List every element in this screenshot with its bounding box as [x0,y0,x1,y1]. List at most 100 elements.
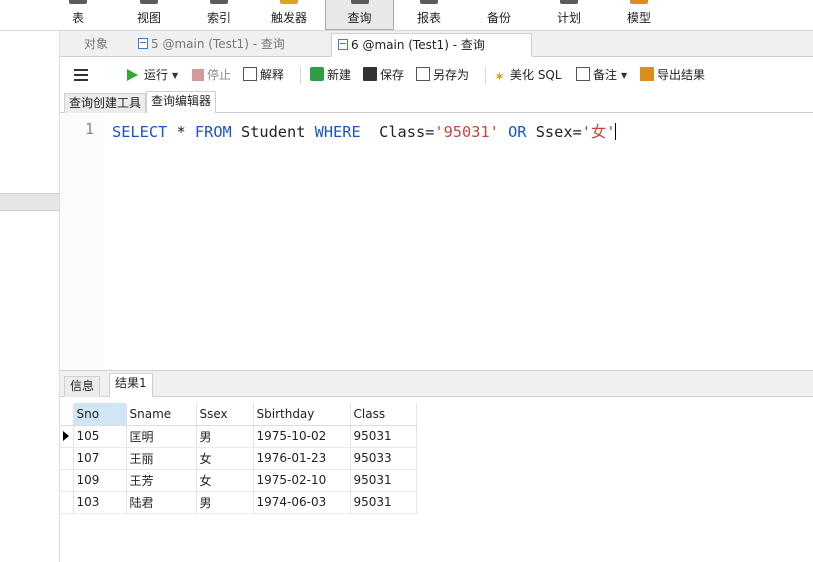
ribbon-table-button[interactable]: 表 [46,0,110,30]
explain-button[interactable]: 解释 [243,66,284,84]
table-cell[interactable]: 匡明 [126,425,197,448]
note-button[interactable]: 备注 ▼ [576,66,627,84]
table-icon [69,0,87,4]
document-tab-bar: 对象 5 @main (Test1) - 查询 6 @main (Test1) … [60,31,813,57]
sql-keyword: OR [508,123,527,141]
sql-code-line[interactable]: SELECT * FROM Student WHERE Class='95031… [112,120,617,142]
column-header-ssex[interactable]: Ssex [196,403,254,426]
table-cell[interactable]: 95031 [350,491,417,514]
tab-query-5[interactable]: 5 @main (Test1) - 查询 [132,33,330,57]
menu-button[interactable] [74,66,91,84]
table-cell[interactable]: 95031 [350,469,417,492]
model-icon [630,0,648,4]
table-cell[interactable]: 107 [73,447,127,470]
new-label: 新建 [327,68,352,82]
tab-objects[interactable]: 对象 [60,33,130,57]
column-header-class[interactable]: Class [350,403,417,426]
line-number-gutter: 1 [60,114,104,370]
export-results-button[interactable]: 导出结果 [640,66,705,84]
magic-wand-icon: ✶ [494,70,505,85]
tab-query-6[interactable]: 6 @main (Test1) - 查询 [331,33,532,57]
view-icon [140,0,158,4]
query-tab-icon [138,38,148,49]
chevron-down-icon[interactable]: ▼ [172,67,178,85]
column-header-sname[interactable]: Sname [126,403,197,426]
ribbon-view-button[interactable]: 视图 [117,0,181,30]
save-as-button[interactable]: 另存为 [416,66,469,84]
table-cell[interactable]: 王芳 [126,469,197,492]
ribbon-index-button[interactable]: 索引 [187,0,251,30]
beautify-label: 美化 SQL [510,68,562,82]
beautify-sql-button[interactable]: ✶ 美化 SQL [494,66,562,85]
table-cell[interactable]: 1975-10-02 [253,425,351,448]
selected-nav-item[interactable] [0,193,59,211]
stop-button[interactable]: 停止 [192,66,231,84]
table-row[interactable]: 103 陆君 男 1974-06-03 95031 [60,491,417,514]
ribbon-query-button[interactable]: 查询 [325,0,394,30]
table-cell[interactable]: 109 [73,469,127,492]
table-cell[interactable]: 男 [196,491,254,514]
table-cell[interactable]: 1974-06-03 [253,491,351,514]
row-indicator-header [60,403,74,426]
save-as-label: 另存为 [433,68,470,82]
export-label: 导出结果 [657,68,706,82]
ribbon-model-button[interactable]: 模型 [607,0,671,30]
table-cell[interactable]: 105 [73,425,127,448]
query-icon [350,0,369,4]
table-cell[interactable]: 男 [196,425,254,448]
tab-query-editor[interactable]: 查询编辑器 [146,91,217,113]
explain-label: 解释 [260,68,285,82]
table-row[interactable]: 105 匡明 男 1975-10-02 95031 [60,425,417,448]
table-row[interactable]: 107 王丽 女 1976-01-23 95033 [60,447,417,470]
tab-label: 对象 [84,37,109,51]
result-grid[interactable]: Sno Sname Ssex Sbirthday Class 105 匡明 男 … [60,403,417,514]
table-cell[interactable]: 王丽 [126,447,197,470]
table-cell[interactable]: 103 [73,491,127,514]
save-button[interactable]: 保存 [363,66,404,84]
table-cell[interactable]: 1976-01-23 [253,447,351,470]
sql-text: Class= [360,123,435,141]
table-cell[interactable]: 女 [196,447,254,470]
row-indicator [60,469,74,492]
table-cell[interactable]: 女 [196,469,254,492]
sql-keyword: WHERE [314,123,361,141]
tab-query-builder[interactable]: 查询创建工具 [64,93,147,113]
ribbon-label: 查询 [347,11,372,25]
ribbon-report-button[interactable]: 报表 [397,0,461,30]
tab-label: 查询编辑器 [151,94,212,108]
ribbon-label: 模型 [626,11,651,25]
ribbon-backup-button[interactable]: 备份 [467,0,531,30]
export-icon [640,67,654,81]
grid-header-row: Sno Sname Ssex Sbirthday Class [60,403,417,426]
sql-string: '女' [581,123,616,141]
column-header-sbirthday[interactable]: Sbirthday [253,403,351,426]
table-cell[interactable]: 1975-02-10 [253,469,351,492]
table-cell[interactable]: 陆君 [126,491,197,514]
ribbon-schedule-button[interactable]: 计划 [537,0,601,30]
tab-label: 查询创建工具 [69,96,142,110]
chevron-down-icon[interactable]: ▼ [621,67,627,85]
tab-label: 结果1 [115,376,147,390]
run-button[interactable]: 运行 ▼ [127,66,178,84]
sql-keyword: SELECT [112,123,168,141]
table-row[interactable]: 109 王芳 女 1975-02-10 95031 [60,469,417,492]
table-cell[interactable]: 95031 [350,425,417,448]
tab-result-1[interactable]: 结果1 [109,373,153,397]
new-query-button[interactable]: 新建 [310,66,351,84]
table-cell[interactable]: 95033 [350,447,417,470]
sql-editor[interactable]: 1 SELECT * FROM Student WHERE Class='950… [60,114,813,370]
stop-label: 停止 [207,68,232,82]
toolbar-divider [300,66,301,84]
save-label: 保存 [380,68,405,82]
ribbon-label: 计划 [556,11,581,25]
ribbon-label: 触发器 [270,11,307,25]
column-header-sno[interactable]: Sno [73,403,127,426]
explain-icon [243,67,257,81]
tab-label: 信息 [70,379,95,393]
ribbon-trigger-button[interactable]: 触发器 [257,0,321,30]
tab-info[interactable]: 信息 [64,376,101,397]
toolbar-divider [485,66,486,84]
save-disk-icon [363,67,377,81]
current-row-icon [63,431,69,441]
